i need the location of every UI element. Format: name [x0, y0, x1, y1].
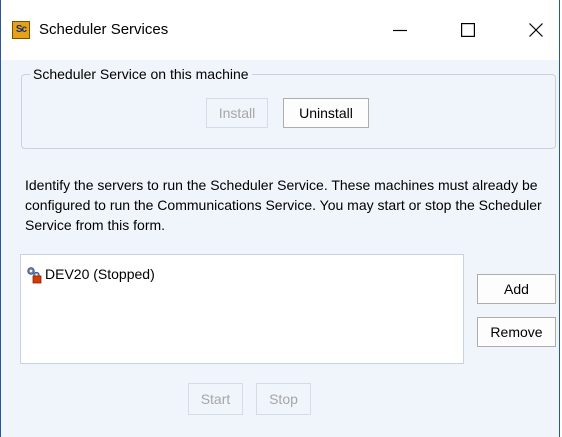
app-icon: Sc — [12, 21, 30, 39]
remove-button[interactable]: Remove — [477, 317, 556, 347]
title-bar[interactable]: Sc Scheduler Services — [1, 0, 559, 60]
list-item[interactable]: DEV20 (Stopped) — [24, 264, 155, 284]
window-title: Scheduler Services — [39, 21, 169, 38]
install-button[interactable]: Install — [206, 98, 268, 128]
maximize-button[interactable] — [445, 0, 491, 60]
instructions-text: Identify the servers to run the Schedule… — [25, 177, 542, 233]
uninstall-button[interactable]: Uninstall — [283, 98, 369, 128]
minimize-button[interactable] — [377, 0, 423, 60]
groupbox-legend: Scheduler Service on this machine — [30, 66, 252, 82]
maximize-icon — [461, 23, 475, 37]
client-area: Scheduler Service on this machine Instal… — [1, 60, 559, 437]
close-button[interactable] — [513, 0, 559, 60]
stop-button[interactable]: Stop — [256, 383, 311, 415]
server-item-label: DEV20 (Stopped) — [45, 266, 155, 282]
start-button[interactable]: Start — [188, 383, 243, 415]
server-list[interactable]: DEV20 (Stopped) — [20, 254, 464, 364]
close-icon — [529, 23, 543, 37]
add-button[interactable]: Add — [477, 274, 556, 304]
service-groupbox: Scheduler Service on this machine Instal… — [21, 66, 556, 149]
scheduler-services-window: Sc Scheduler Services Scheduler Service … — [0, 0, 560, 437]
server-stopped-icon — [27, 267, 42, 284]
minimize-icon — [393, 29, 407, 32]
